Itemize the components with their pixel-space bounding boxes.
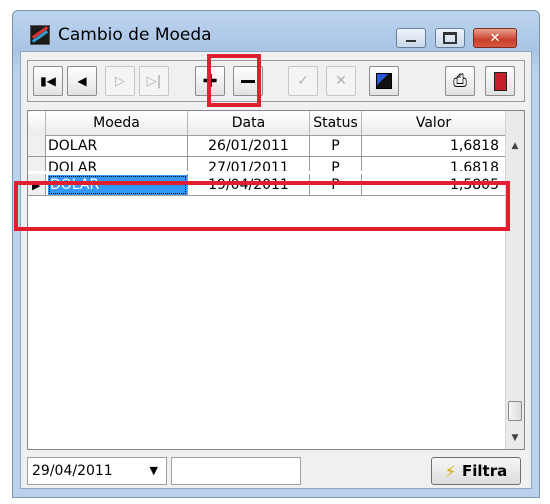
cell-moeda-text[interactable]: DOLAR [48,175,187,195]
scroll-thumb[interactable] [508,401,522,421]
column-header-moeda[interactable]: Moeda [46,111,188,135]
next-record-button[interactable]: ▷ [105,66,135,96]
row-indicator [28,135,46,157]
last-record-button[interactable]: ▷| [139,66,169,96]
data-grid: Moeda Data Status Valor DOLAR 26/01/2011… [27,110,525,450]
last-record-icon: ▷| [146,73,162,89]
date-value: 29/04/2011 [32,463,113,479]
filtra-button-label: Filtra [462,462,508,480]
vertical-scrollbar[interactable]: ▲ ▼ [505,111,524,449]
cancel-icon: ✕ [335,73,347,89]
cell-status[interactable]: P [310,174,362,196]
first-record-button[interactable]: ▮◀ [33,66,63,96]
prior-record-icon: ◀ [77,74,87,88]
printer-icon: ⎙ [453,71,467,91]
plus-icon: ✚ [202,70,218,92]
cancel-edit-button[interactable]: ✕ [326,66,356,96]
minimize-icon [406,40,416,42]
prior-record-button[interactable]: ◀ [67,66,97,96]
post-edit-button[interactable]: ✓ [288,66,318,96]
maximize-button[interactable] [435,28,465,48]
column-header-status[interactable]: Status [310,111,362,135]
cell-status[interactable]: P [310,157,362,171]
minimize-button[interactable] [396,28,426,48]
filter-text-input[interactable] [171,457,301,485]
cell-moeda[interactable]: DOLAR [46,135,188,157]
print-button[interactable]: ⎙ [445,66,475,96]
table-row[interactable]: DOLAR 26/01/2011 P 1,6818 [28,135,506,157]
table-row[interactable]: DOLAR 27/01/2011 P 1,6818 [28,157,506,171]
maximize-icon [443,32,457,44]
grid-header: Moeda Data Status Valor [28,111,506,136]
title-bar[interactable]: Cambio de Moeda ✕ [13,11,539,51]
cell-data[interactable]: 26/01/2011 [188,135,310,157]
close-button[interactable]: ✕ [473,28,517,48]
first-record-icon: ▮◀ [40,74,56,88]
cell-moeda[interactable]: DOLAR [46,157,188,171]
lightning-filter-icon: ⚡ [444,461,456,481]
date-picker[interactable]: 29/04/2011 ▼ [27,457,167,485]
navigator-toolbar: ▮◀ ◀ ▷ ▷| ✚ ✓ ✕ ⎙ [27,60,525,102]
cell-moeda[interactable]: DOLAR [46,174,188,196]
column-header-valor[interactable]: Valor [362,111,506,135]
export-button[interactable] [369,66,399,96]
scroll-down-icon[interactable]: ▼ [506,429,524,447]
current-row-arrow-icon: ▶ [32,179,41,192]
table-row-selected[interactable]: ▶ DOLAR 19/04/2011 P 1,5805 [28,174,506,196]
app-window: Cambio de Moeda ✕ ▮◀ ◀ ▷ ▷| ✚ ✓ ✕ ⎙ Moed… [12,10,540,498]
exit-button[interactable] [485,66,515,96]
filtra-button[interactable]: ⚡ Filtra [431,457,521,485]
cell-status[interactable]: P [310,135,362,157]
cell-data[interactable]: 19/04/2011 [188,174,310,196]
row-indicator [28,157,46,171]
scroll-up-icon[interactable]: ▲ [506,137,524,155]
indicator-header [28,111,46,135]
delete-record-button[interactable] [233,66,263,96]
row-indicator: ▶ [28,174,46,196]
next-record-icon: ▷ [115,73,125,89]
export-icon [376,73,392,89]
close-icon: ✕ [489,30,501,46]
client-area: ▮◀ ◀ ▷ ▷| ✚ ✓ ✕ ⎙ Moeda Data Status Valo… [20,51,532,489]
minus-icon [241,79,255,83]
column-header-data[interactable]: Data [188,111,310,135]
dropdown-arrow-icon[interactable]: ▼ [150,458,158,484]
filter-bar: 29/04/2011 ▼ ⚡ Filtra [27,457,525,487]
cell-valor[interactable]: 1,5805 [362,174,506,196]
window-title: Cambio de Moeda [58,25,212,45]
cell-valor[interactable]: 1,6818 [362,135,506,157]
cell-valor[interactable]: 1,6818 [362,157,506,171]
check-icon: ✓ [297,73,309,89]
exit-door-icon [493,71,507,91]
insert-record-button[interactable]: ✚ [195,66,225,96]
app-icon [30,25,50,45]
cell-data[interactable]: 27/01/2011 [188,157,310,171]
